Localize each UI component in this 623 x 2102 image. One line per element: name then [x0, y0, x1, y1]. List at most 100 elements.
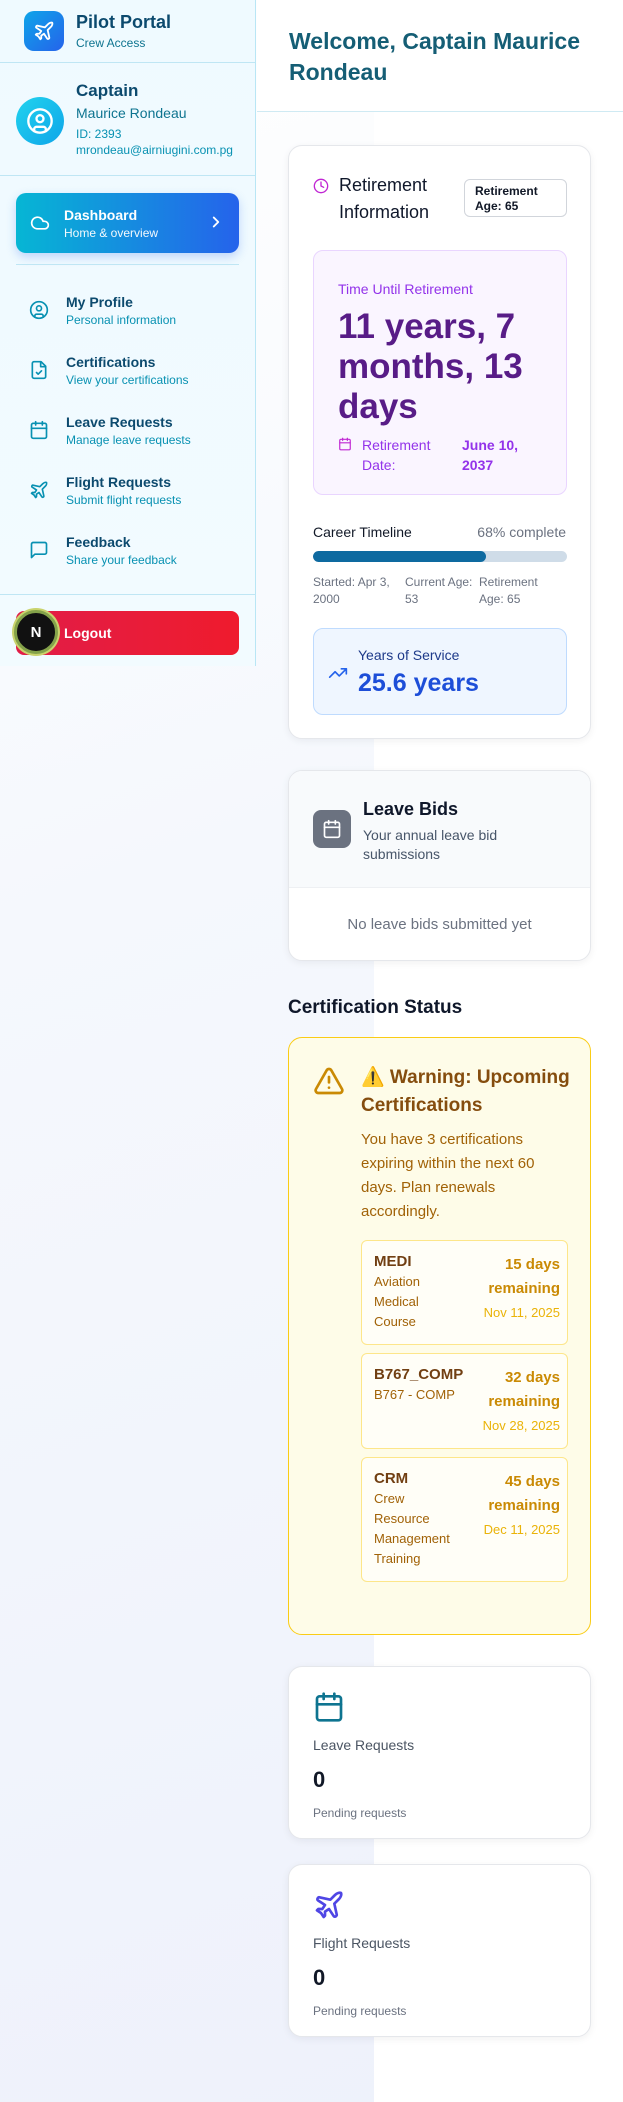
dashboard-sublabel: Home & overview — [64, 225, 159, 240]
chevron-right-icon — [212, 216, 220, 228]
divider — [0, 594, 256, 595]
page-title: Welcome, Captain Maurice Rondeau — [289, 28, 580, 85]
cert-expiry-date: Nov 28, 2025 — [482, 1418, 560, 1433]
divider — [16, 264, 239, 265]
timeline-current-age: Current Age: 53 — [405, 575, 473, 606]
certification-status-heading: Certification Status — [288, 997, 463, 1018]
stat-label: Leave Requests — [313, 1737, 415, 1753]
plane-logo-icon — [24, 11, 64, 51]
sidebar-item-label: My Profile — [66, 293, 133, 310]
time-until-value: 11 years, 7 months, 13 days — [338, 307, 523, 426]
user-circle-icon — [28, 299, 50, 321]
certification-warning-card: ⚠️ Warning: Upcoming Certifications You … — [288, 1037, 591, 1635]
years-of-service-box: Years of Service 25.6 years — [313, 628, 567, 715]
dev-tools-badge[interactable]: N — [14, 610, 58, 654]
warning-title: ⚠️ Warning: Upcoming Certifications — [361, 1067, 570, 1116]
sidebar-nav: My Profile Personal information Certific… — [16, 280, 239, 580]
sidebar: Pilot Portal Crew Access Captain Maurice… — [0, 0, 256, 666]
retirement-age-badge: Retirement Age: 65 — [464, 179, 567, 217]
sidebar-item-sublabel: View your certifications — [66, 372, 189, 387]
plane-icon — [315, 1891, 343, 1919]
sidebar-item-sublabel: Personal information — [66, 312, 177, 327]
brand-subtitle: Crew Access — [76, 36, 146, 50]
calendar-icon — [315, 1692, 343, 1722]
stat-sublabel: Pending requests — [313, 1806, 407, 1820]
sidebar-item-label: Leave Requests — [66, 413, 173, 430]
leave-bids-empty-state: No leave bids submitted yet — [347, 916, 532, 933]
stat-sublabel: Pending requests — [313, 2004, 407, 2018]
sidebar-item-sublabel: Share your feedback — [66, 552, 177, 567]
time-until-label: Time Until Retirement — [338, 281, 473, 297]
sidebar-item-leave-requests[interactable]: Leave Requests Manage leave requests — [16, 400, 239, 460]
years-of-service-label: Years of Service — [358, 647, 460, 663]
sidebar-item-flight-requests[interactable]: Flight Requests Submit flight requests — [16, 460, 239, 520]
cert-name: Crew Resource Management Training — [374, 1491, 450, 1566]
profile-id: ID: 2393 — [76, 127, 122, 141]
retirement-title: Retirement Information — [339, 175, 430, 222]
cert-item[interactable]: B767_COMP B767 - COMP 32 days remaining … — [361, 1353, 568, 1449]
leave-requests-stat-card[interactable]: Leave Requests 0 Pending requests — [288, 1666, 591, 1839]
cert-item[interactable]: MEDI Aviation Medical Course 15 days rem… — [361, 1240, 568, 1345]
plane-icon — [28, 479, 50, 501]
trending-up-icon — [328, 668, 348, 678]
career-progress-bar — [313, 551, 567, 562]
career-timeline-label: Career Timeline — [313, 524, 412, 540]
profile-card: Captain Maurice Rondeau ID: 2393 mrondea… — [0, 63, 255, 176]
retirement-card: Retirement Information Retirement Age: 6… — [288, 145, 591, 739]
nav-dashboard-button[interactable]: Dashboard Home & overview — [16, 193, 239, 253]
calendar-icon — [28, 419, 50, 441]
file-check-icon — [28, 359, 50, 381]
sidebar-item-certifications[interactable]: Certifications View your certifications — [16, 340, 239, 400]
expiring-cert-list: MEDI Aviation Medical Course 15 days rem… — [361, 1240, 568, 1590]
brand: Pilot Portal Crew Access — [0, 0, 255, 63]
stat-value: 0 — [313, 1965, 326, 1990]
dashboard-label: Dashboard — [64, 206, 138, 223]
cert-expiry-date: Nov 11, 2025 — [483, 1305, 560, 1320]
timeline-started: Started: Apr 3, 2000 — [313, 575, 390, 606]
alert-triangle-icon — [314, 1067, 344, 1095]
warning-text: You have 3 certifications expiring withi… — [361, 1131, 535, 1220]
retirement-date-label: Retirement Date: — [362, 437, 431, 473]
cert-days-remaining: 15 days remaining — [488, 1256, 560, 1297]
profile-rank: Captain — [76, 81, 139, 100]
message-icon — [28, 539, 50, 561]
leave-bids-card: Leave Bids Your annual leave bid submiss… — [288, 770, 591, 961]
cert-code: CRM — [374, 1470, 409, 1487]
career-progress-fill — [313, 551, 486, 562]
cert-name: B767 - COMP — [374, 1387, 455, 1402]
timeline-retirement-age: Retirement Age: 65 — [479, 575, 538, 606]
years-of-service-value: 25.6 years — [358, 669, 479, 697]
cert-code: MEDI — [374, 1253, 412, 1270]
cloud-icon — [30, 216, 50, 230]
page-header: Welcome, Captain Maurice Rondeau — [257, 0, 623, 112]
leave-bids-subtitle: Your annual leave bid submissions — [363, 827, 498, 862]
sidebar-item-label: Flight Requests — [66, 473, 172, 490]
sidebar-item-my-profile[interactable]: My Profile Personal information — [16, 280, 239, 340]
stat-value: 0 — [313, 1767, 326, 1792]
avatar — [16, 97, 64, 145]
brand-title: Pilot Portal — [76, 12, 172, 32]
sidebar-item-label: Feedback — [66, 533, 131, 550]
cert-code: B767_COMP — [374, 1366, 464, 1383]
user-circle-icon — [27, 108, 53, 134]
profile-email: mrondeau@airniugini.com.pg — [76, 143, 233, 157]
profile-name: Maurice Rondeau — [76, 105, 187, 121]
career-timeline-percent: 68% complete — [477, 524, 566, 540]
sidebar-item-sublabel: Manage leave requests — [66, 432, 191, 447]
cert-days-remaining: 32 days remaining — [488, 1369, 560, 1410]
sidebar-item-label: Certifications — [66, 353, 156, 370]
sidebar-item-feedback[interactable]: Feedback Share your feedback — [16, 520, 239, 580]
cert-expiry-date: Dec 11, 2025 — [483, 1522, 560, 1537]
clock-icon — [313, 178, 329, 194]
calendar-icon — [339, 437, 351, 451]
calendar-icon — [313, 810, 351, 848]
flight-requests-stat-card[interactable]: Flight Requests 0 Pending requests — [288, 1864, 591, 2037]
cert-name: Aviation Medical Course — [374, 1274, 421, 1329]
sidebar-item-sublabel: Submit flight requests — [66, 492, 182, 507]
cert-days-remaining: 45 days remaining — [488, 1473, 560, 1514]
time-until-retirement-box: Time Until Retirement 11 years, 7 months… — [313, 250, 567, 495]
logout-label: Logout — [64, 625, 112, 641]
retirement-date-value: June 10, 2037 — [462, 437, 519, 473]
stat-label: Flight Requests — [313, 1935, 411, 1951]
cert-item[interactable]: CRM Crew Resource Management Training 45… — [361, 1457, 568, 1582]
